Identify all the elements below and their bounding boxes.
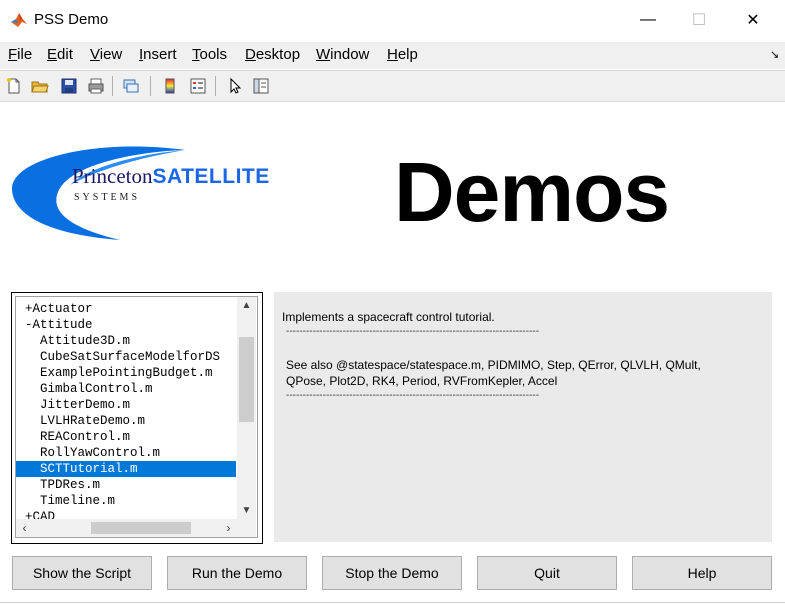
tree-item[interactable]: ExamplePointingBudget.m (16, 365, 236, 381)
toolbar-separator (112, 76, 113, 96)
tree-item[interactable]: SCTTutorial.m (16, 461, 236, 477)
toolbar-separator (150, 76, 151, 96)
company-logo: PrincetonSATELLITE SYSTEMS (10, 140, 360, 260)
colorbar-icon[interactable] (159, 75, 181, 97)
pointer-icon[interactable] (224, 75, 246, 97)
close-icon: ✕ (746, 12, 760, 29)
quit-button[interactable]: Quit (477, 556, 617, 590)
scroll-left-icon[interactable]: ‹ (16, 519, 33, 537)
menu-help[interactable]: Help (387, 46, 418, 63)
scroll-right-icon[interactable]: › (220, 519, 237, 537)
new-file-icon[interactable] (3, 75, 25, 97)
vertical-scrollbar[interactable]: ▲ ▼ (237, 297, 256, 519)
tree-item[interactable]: LVLHRateDemo.m (16, 413, 236, 429)
tree-item[interactable]: +Actuator (16, 301, 236, 317)
menu-view[interactable]: View (90, 46, 122, 63)
page-title: Demos (394, 145, 670, 239)
tree-item[interactable]: GimbalControl.m (16, 381, 236, 397)
divider-line: ----------------------------------------… (286, 326, 540, 337)
menu-desktop[interactable]: Desktop (245, 46, 300, 63)
window-title: PSS Demo (34, 11, 109, 28)
menu-file[interactable]: File (8, 46, 32, 63)
description-panel: Implements a spacecraft control tutorial… (274, 292, 772, 542)
close-button[interactable]: ✕ (730, 0, 776, 40)
help-button[interactable]: Help (632, 556, 772, 590)
tree-item[interactable]: -Attitude (16, 317, 236, 333)
property-inspector-icon[interactable] (250, 75, 272, 97)
save-icon[interactable] (58, 75, 80, 97)
tree-item[interactable]: REAControl.m (16, 429, 236, 445)
logo-subtext: SYSTEMS (74, 192, 141, 203)
scroll-up-icon[interactable]: ▲ (237, 297, 256, 314)
demo-tree-items: +Actuator -Attitude Attitude3D.m CubeSatSur… (16, 297, 236, 519)
matlab-icon (11, 13, 27, 27)
demo-tree-list[interactable]: +Actuator -Attitude Attitude3D.m CubeSatSur… (15, 296, 258, 538)
legend-icon[interactable] (187, 75, 209, 97)
stop-demo-button[interactable]: Stop the Demo (322, 556, 462, 590)
tree-item[interactable]: TPDRes.m (16, 477, 236, 493)
horizontal-scrollbar[interactable]: ‹ › (16, 519, 237, 537)
demo-tree-frame: +Actuator -Attitude Attitude3D.m CubeSatSur… (11, 292, 263, 544)
dock-arrow-icon[interactable]: ↘ (770, 48, 779, 61)
scroll-corner (237, 519, 256, 537)
menu-edit[interactable]: Edit (47, 46, 73, 63)
open-folder-icon[interactable] (29, 75, 51, 97)
vertical-scroll-thumb[interactable] (239, 337, 254, 422)
logo-swoosh (11, 146, 185, 240)
divider-line: ----------------------------------------… (286, 390, 540, 401)
tree-item[interactable]: JitterDemo.m (16, 397, 236, 413)
menu-insert[interactable]: Insert (139, 46, 177, 63)
see-also-line-1: See also @statespace/statespace.m, PIDMI… (286, 358, 701, 372)
tree-item[interactable]: CubeSatSurfaceModelforDS (16, 349, 236, 365)
menu-bar: File Edit View Insert Tools Desktop Wind… (0, 42, 785, 69)
horizontal-scroll-thumb[interactable] (91, 522, 191, 534)
minimize-button[interactable]: — (625, 0, 671, 40)
scroll-down-icon[interactable]: ▼ (237, 502, 256, 519)
show-script-button[interactable]: Show the Script (12, 556, 152, 590)
tree-item[interactable]: Attitude3D.m (16, 333, 236, 349)
title-bar: PSS Demo — ☐ ✕ (0, 0, 785, 40)
maximize-button[interactable]: ☐ (676, 0, 722, 40)
print-icon[interactable] (85, 75, 107, 97)
toolbar-separator (215, 76, 216, 96)
maximize-icon: ☐ (691, 12, 707, 29)
tree-item[interactable]: +CAD (16, 509, 236, 519)
tree-item[interactable]: RollYawControl.m (16, 445, 236, 461)
menu-tools[interactable]: Tools (192, 46, 227, 63)
see-also-line-2: QPose, Plot2D, RK4, Period, RVFromKepler… (286, 374, 558, 388)
window-bottom-border (0, 602, 785, 603)
minimize-icon: — (640, 11, 656, 28)
link-plot-icon[interactable] (120, 75, 142, 97)
run-demo-button[interactable]: Run the Demo (167, 556, 307, 590)
logo-text: PrincetonSATELLITE (72, 164, 270, 188)
menu-window[interactable]: Window (316, 46, 369, 63)
demo-description: Implements a spacecraft control tutorial… (282, 310, 495, 324)
tree-item[interactable]: Timeline.m (16, 493, 236, 509)
toolbar (0, 70, 785, 102)
